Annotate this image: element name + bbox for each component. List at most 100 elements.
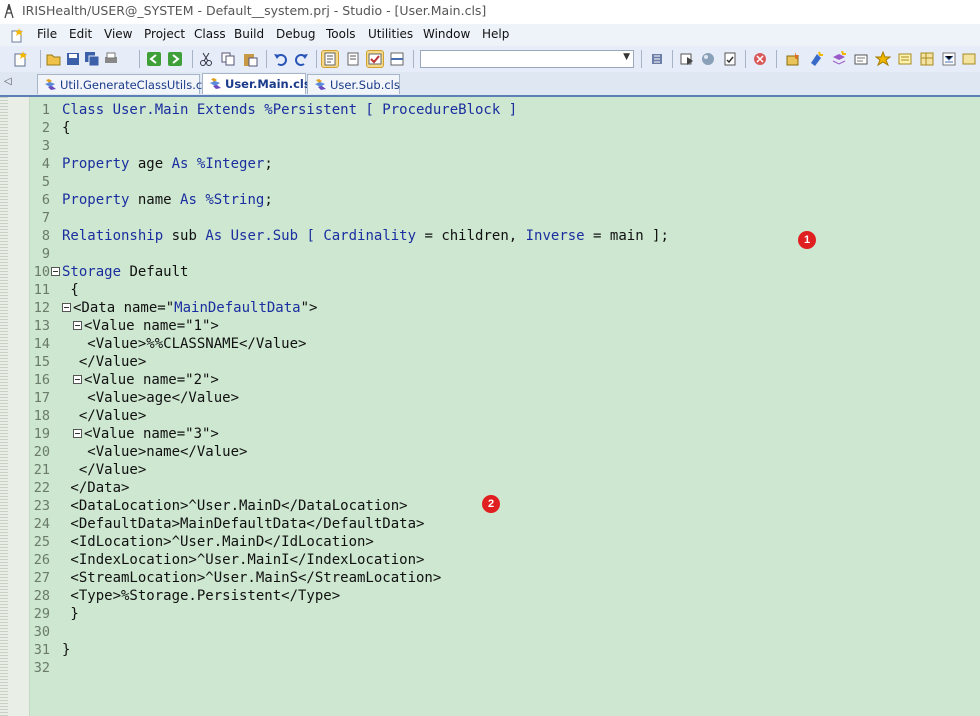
class-file-icon <box>210 78 221 89</box>
fold-toggle-icon[interactable] <box>51 267 60 276</box>
undo-icon[interactable] <box>273 51 289 67</box>
line-number: 23 <box>33 498 50 514</box>
cut-icon[interactable] <box>198 51 214 67</box>
copy-icon[interactable] <box>220 51 236 67</box>
code-line: 25 <IdLocation>^User.MainD</IdLocation> <box>0 533 980 551</box>
menu-help[interactable]: Help <box>482 27 509 41</box>
compile-icon[interactable] <box>649 51 665 67</box>
menu-view[interactable]: View <box>104 27 132 41</box>
code-line: 20 <Value>name</Value> <box>0 443 980 461</box>
menu-tools[interactable]: Tools <box>326 27 356 41</box>
new-item-icon[interactable] <box>9 27 25 43</box>
code-text: </Data> <box>62 480 130 496</box>
storage-icon[interactable] <box>919 51 935 67</box>
code-line: 16 <Value name="2"> <box>0 371 980 389</box>
code-keyword: As <box>180 192 197 208</box>
annotation-badge-2: 2 <box>482 495 500 513</box>
redo-icon[interactable] <box>293 51 309 67</box>
print-icon[interactable] <box>103 51 119 67</box>
index-icon[interactable] <box>853 51 869 67</box>
method-icon[interactable] <box>808 51 824 67</box>
code-line: 10 Storage Default <box>0 263 980 281</box>
menu-debug[interactable]: Debug <box>276 27 315 41</box>
query-icon[interactable] <box>875 51 891 67</box>
line-number: 28 <box>33 588 50 604</box>
code-text: Default <box>121 264 189 280</box>
code-text: <DefaultData>MainDefaultData</DefaultDat… <box>62 516 425 532</box>
line-number: 26 <box>33 552 50 568</box>
code-keyword: Relationship <box>62 228 164 244</box>
menu-class[interactable]: Class <box>194 27 226 41</box>
line-number: 21 <box>33 462 50 478</box>
code-line: 32 <box>0 659 980 677</box>
debug-icon[interactable] <box>679 51 695 67</box>
paste-icon[interactable] <box>242 51 258 67</box>
class-inspector-icon[interactable] <box>366 50 384 68</box>
wizard-icon[interactable] <box>785 51 801 67</box>
class-file-icon <box>315 79 326 90</box>
class-member-combo[interactable]: ▼ <box>420 50 634 68</box>
line-number: 25 <box>33 534 50 550</box>
fold-toggle-icon[interactable] <box>62 303 71 312</box>
tab-util-generateclassutils[interactable]: Util.GenerateClassUtils.cls <box>37 74 211 94</box>
line-number: 17 <box>33 390 50 406</box>
code-text: } <box>62 606 79 622</box>
menu-window[interactable]: Window <box>423 27 470 41</box>
check-icon[interactable] <box>722 51 738 67</box>
menu-project[interactable]: Project <box>144 27 185 41</box>
run-icon[interactable] <box>700 51 716 67</box>
code-text: <Data name=" <box>73 300 175 316</box>
open-icon[interactable] <box>46 51 62 67</box>
stop-icon[interactable] <box>752 51 768 67</box>
code-text: { <box>62 120 71 136</box>
code-keyword: Storage <box>62 264 122 280</box>
save-all-icon[interactable] <box>84 51 100 67</box>
menu-build[interactable]: Build <box>234 27 264 41</box>
editor-tab-bar: ◁ Util.GenerateClassUtils.cls User.Main.… <box>0 72 980 97</box>
tab-scroll-left-icon[interactable]: ◁ <box>4 76 12 87</box>
back-icon[interactable] <box>146 51 162 67</box>
code-line: 28 <Type>%Storage.Persistent</Type> <box>0 587 980 605</box>
code-text: <DataLocation>^User.MainD</DataLocation> <box>62 498 408 514</box>
view-other-icon[interactable] <box>345 51 361 67</box>
code-text: <IndexLocation>^User.MainI</IndexLocatio… <box>62 552 425 568</box>
code-line: 6 Property name As %String; <box>0 191 980 209</box>
code-line: 24 <DefaultData>MainDefaultData</Default… <box>0 515 980 533</box>
code-text: <Value name="3"> <box>84 426 219 442</box>
menu-edit[interactable]: Edit <box>69 27 92 41</box>
line-number: 7 <box>41 210 50 226</box>
line-number: 15 <box>33 354 50 370</box>
code-line: 14 <Value>%%CLASSNAME</Value> <box>0 335 980 353</box>
line-number: 2 <box>41 120 50 136</box>
code-line: 15 </Value> <box>0 353 980 371</box>
tab-user-main[interactable]: User.Main.cls <box>202 73 311 94</box>
code-keyword: As <box>171 156 189 172</box>
code-line: 31} <box>0 641 980 659</box>
code-line: 19 <Value name="3"> <box>0 425 980 443</box>
tab-user-sub[interactable]: User.Sub.cls <box>307 74 400 94</box>
new-file-icon[interactable] <box>12 51 28 67</box>
code-line: 5 <box>0 173 980 191</box>
code-keyword: Property <box>62 192 130 208</box>
code-editor[interactable]: 1 Class User.Main Extends %Persistent [ P… <box>0 97 980 716</box>
line-number: 31 <box>33 642 50 658</box>
save-icon[interactable] <box>65 51 81 67</box>
split-view-icon[interactable] <box>389 51 405 67</box>
trigger-icon[interactable] <box>897 51 913 67</box>
fold-toggle-icon[interactable] <box>73 321 82 330</box>
code-text: Class User.Main Extends %Persistent [ Pr… <box>62 102 518 118</box>
fold-toggle-icon[interactable] <box>73 375 82 384</box>
property-icon[interactable] <box>831 51 847 67</box>
schema-icon[interactable] <box>961 51 977 67</box>
code-line: 29 } <box>0 605 980 623</box>
code-text: </Value> <box>62 408 147 424</box>
line-number: 8 <box>41 228 50 244</box>
class-file-icon <box>45 79 56 90</box>
window-title: IRISHealth/USER@_SYSTEM - Default__syste… <box>22 3 487 18</box>
menu-utilities[interactable]: Utilities <box>368 27 413 41</box>
forward-icon[interactable] <box>167 51 183 67</box>
menu-file[interactable]: File <box>37 27 57 41</box>
view-code-icon[interactable] <box>321 50 339 68</box>
xdata-icon[interactable] <box>941 51 957 67</box>
fold-toggle-icon[interactable] <box>73 429 82 438</box>
